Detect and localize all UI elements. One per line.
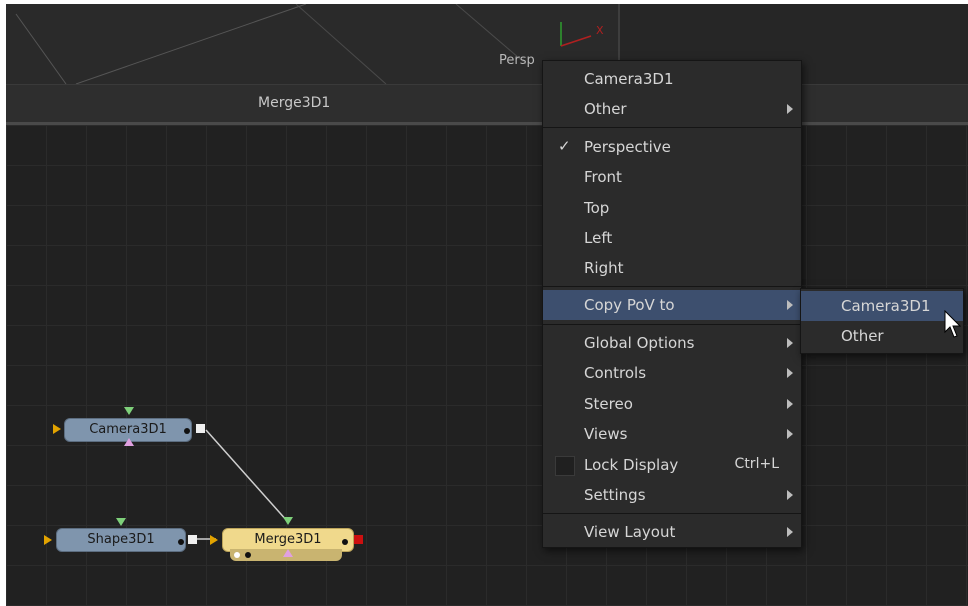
menu-item-label: Right bbox=[584, 259, 624, 277]
merge-output-dot[interactable] bbox=[342, 539, 348, 545]
menu-item-global-options[interactable]: Global Options bbox=[543, 328, 801, 358]
submenu-arrow-icon bbox=[787, 104, 793, 114]
menu-item-right[interactable]: Right bbox=[543, 253, 801, 283]
node-camera3d1-label: Camera3D1 bbox=[89, 422, 167, 437]
menu-item-left[interactable]: Left bbox=[543, 223, 801, 253]
submenu-arrow-icon bbox=[787, 338, 793, 348]
submenu-item-other[interactable]: Other bbox=[801, 321, 963, 351]
camera-top-input[interactable] bbox=[124, 407, 134, 415]
menu-item-controls[interactable]: Controls bbox=[543, 358, 801, 388]
submenu-arrow-icon bbox=[787, 368, 793, 378]
svg-text:X: X bbox=[596, 24, 604, 37]
mouse-cursor-icon bbox=[944, 310, 962, 338]
menu-item-label: Other bbox=[584, 100, 627, 118]
node-editor-title: Merge3D1 bbox=[258, 95, 331, 111]
node-shape3d1[interactable]: Shape3D1 bbox=[56, 528, 186, 552]
merge-top-input[interactable] bbox=[283, 517, 293, 525]
menu-item-label: Stereo bbox=[584, 395, 633, 413]
camera-bottom-input[interactable] bbox=[124, 438, 134, 446]
merge-input-triangle[interactable] bbox=[210, 535, 218, 545]
viewer-context-menu: Camera3D1 Other ✓ Perspective Front Top … bbox=[542, 60, 802, 548]
submenu-arrow-icon bbox=[787, 527, 793, 537]
shape-output-dot[interactable] bbox=[178, 539, 184, 545]
menu-item-label: View Layout bbox=[584, 523, 676, 541]
menu-item-label: Camera3D1 bbox=[584, 70, 674, 88]
menu-separator bbox=[543, 127, 801, 128]
menu-item-label: Settings bbox=[584, 486, 646, 504]
node-merge3d1-label: Merge3D1 bbox=[254, 532, 322, 547]
menu-item-stereo[interactable]: Stereo bbox=[543, 389, 801, 419]
submenu-arrow-icon bbox=[787, 490, 793, 500]
submenu-item-camera3d1[interactable]: Camera3D1 bbox=[801, 291, 963, 321]
menu-item-other[interactable]: Other bbox=[543, 94, 801, 124]
menu-item-label: Front bbox=[584, 168, 622, 186]
menu-item-view-layout[interactable]: View Layout bbox=[543, 517, 801, 547]
menu-item-label: Lock Display bbox=[584, 456, 679, 474]
menu-item-top[interactable]: Top bbox=[543, 193, 801, 223]
menu-item-camera3d1[interactable]: Camera3D1 bbox=[543, 64, 801, 94]
menu-item-label: Camera3D1 bbox=[841, 297, 931, 315]
copy-pov-submenu: Camera3D1 Other bbox=[800, 288, 964, 354]
shape-input-triangle[interactable] bbox=[44, 535, 52, 545]
menu-separator bbox=[543, 513, 801, 514]
checkmark-icon: ✓ bbox=[558, 137, 571, 155]
menu-item-lock-display[interactable]: Lock Display Ctrl+L bbox=[543, 450, 801, 480]
viewer-view-label: Persp bbox=[499, 53, 535, 68]
menu-item-label: Top bbox=[584, 199, 610, 217]
3d-viewer[interactable]: X Persp bbox=[6, 4, 618, 84]
shape-output-port[interactable] bbox=[188, 535, 197, 544]
menu-item-label: Perspective bbox=[584, 138, 671, 156]
merge-extra-input-1[interactable] bbox=[234, 552, 240, 558]
menu-item-label: Copy PoV to bbox=[584, 296, 675, 314]
menu-item-views[interactable]: Views bbox=[543, 419, 801, 449]
merge-bottom-input[interactable] bbox=[283, 549, 293, 557]
menu-item-label: Other bbox=[841, 327, 884, 345]
menu-item-perspective[interactable]: ✓ Perspective bbox=[543, 132, 801, 162]
menu-item-copy-pov-to[interactable]: Copy PoV to bbox=[543, 290, 801, 320]
lock-display-checkbox[interactable] bbox=[555, 456, 575, 476]
menu-item-shortcut: Ctrl+L bbox=[734, 456, 779, 472]
submenu-arrow-icon bbox=[787, 429, 793, 439]
camera-output-dot[interactable] bbox=[184, 428, 190, 434]
menu-item-label: Left bbox=[584, 229, 613, 247]
camera-output-port[interactable] bbox=[196, 424, 205, 433]
shape-top-input[interactable] bbox=[116, 518, 126, 526]
menu-item-front[interactable]: Front bbox=[543, 162, 801, 192]
merge-extra-input-2[interactable] bbox=[245, 552, 251, 558]
node-shape3d1-label: Shape3D1 bbox=[87, 532, 155, 547]
menu-item-label: Views bbox=[584, 425, 628, 443]
menu-separator bbox=[543, 324, 801, 325]
node-editor-header: Merge3D1 bbox=[6, 84, 968, 123]
submenu-arrow-icon bbox=[787, 399, 793, 409]
camera-input-triangle[interactable] bbox=[53, 424, 61, 434]
viewer-grid-lines: X bbox=[15, 4, 604, 84]
merge-output-port[interactable] bbox=[354, 535, 363, 544]
menu-item-label: Global Options bbox=[584, 334, 695, 352]
submenu-arrow-icon bbox=[787, 300, 793, 310]
menu-item-label: Controls bbox=[584, 364, 647, 382]
node-editor-canvas[interactable]: Camera3D1 Shape3D1 Merge3D1 bbox=[6, 125, 968, 606]
menu-separator bbox=[543, 286, 801, 287]
menu-item-settings[interactable]: Settings bbox=[543, 480, 801, 510]
